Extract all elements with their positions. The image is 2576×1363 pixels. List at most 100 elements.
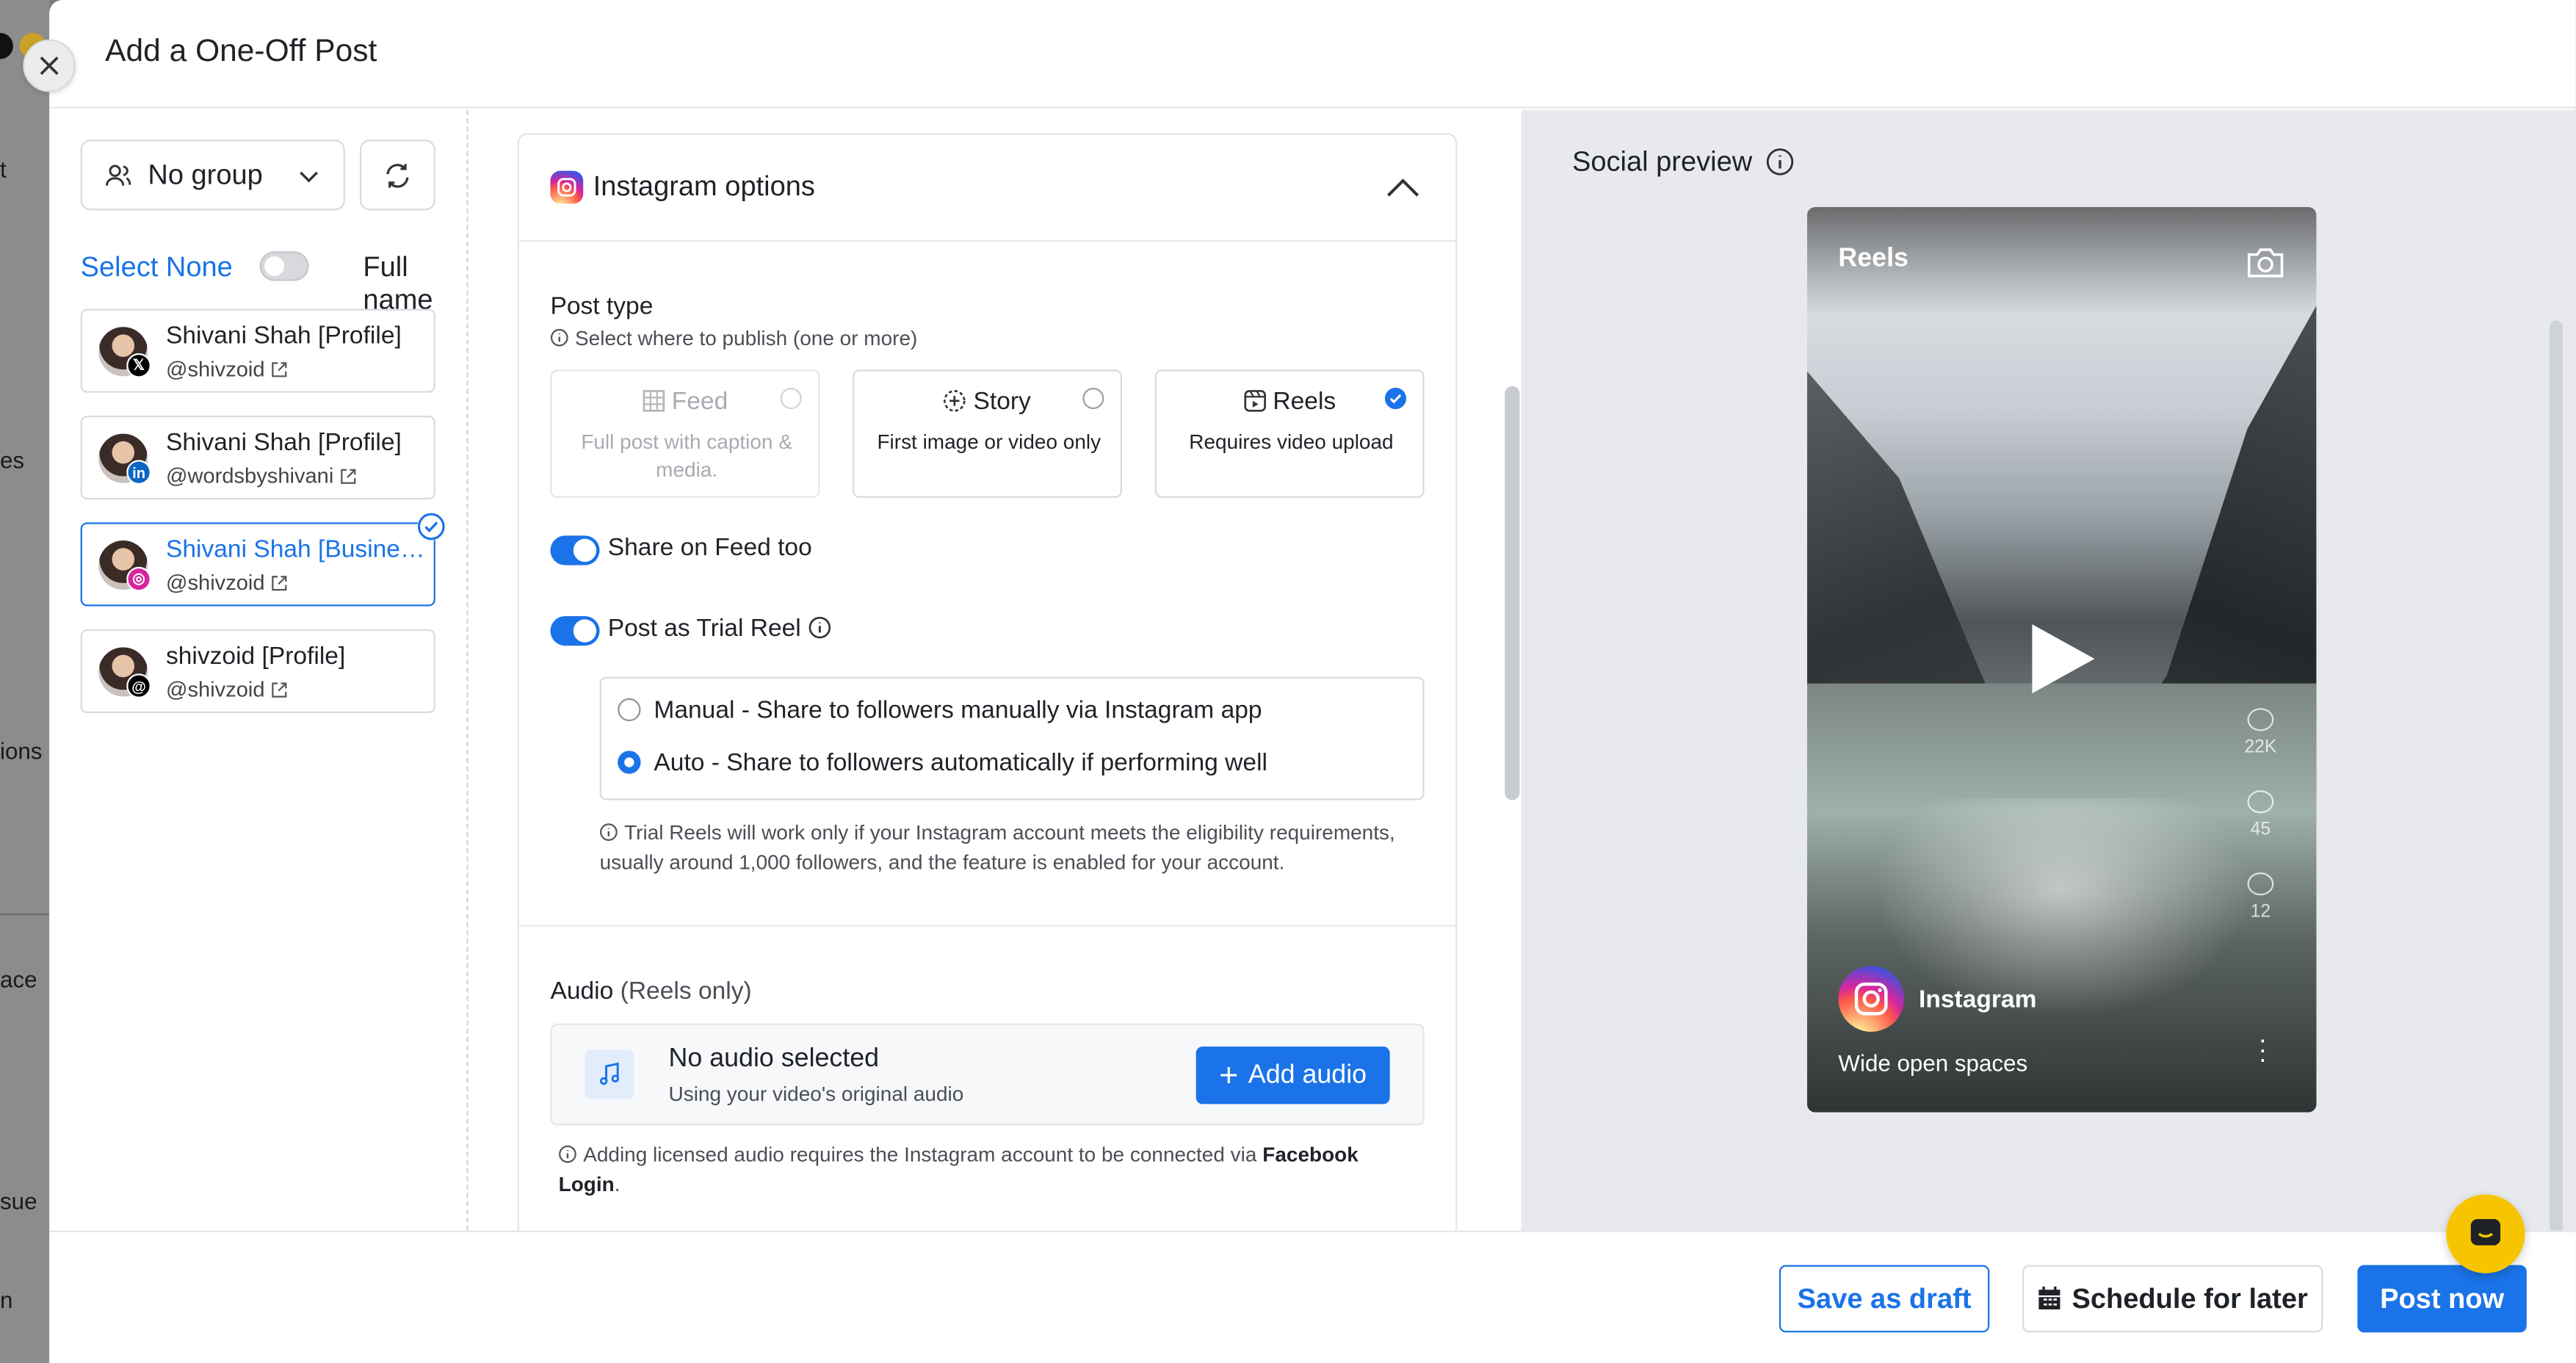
modal-footer: Save as draft Schedule for later Post no… — [49, 1230, 2576, 1363]
selected-check-icon — [417, 513, 446, 541]
post-type-feed-radio[interactable] — [780, 387, 802, 410]
trial-reel-manual-label: Manual - Share to followers manually via… — [654, 696, 1262, 725]
check-circle-icon[interactable] — [1384, 387, 1407, 410]
trial-reel-auto[interactable]: Auto - Share to followers automatically … — [618, 749, 1267, 777]
background-divider — [0, 913, 50, 916]
preview-caption: Wide open spaces — [1838, 1049, 2028, 1077]
audio-box: No audio selected Using your video's ori… — [550, 1023, 1425, 1126]
social-preview-panel: Social preview Reels 22K 45 12 Instagram… — [1521, 109, 2576, 1234]
info-icon — [550, 328, 568, 347]
post-type-story[interactable]: Story First image or video only — [853, 369, 1123, 498]
grid-icon — [643, 390, 665, 412]
trial-reel-label: Post as Trial Reel — [607, 614, 801, 643]
full-name-label: Full name — [363, 251, 433, 316]
post-now-button[interactable]: Post now — [2357, 1265, 2527, 1333]
account-handle-text: @shivzoid — [165, 356, 265, 382]
info-icon — [600, 823, 618, 841]
plus-icon: + — [1219, 1057, 1239, 1093]
social-preview-title: Social preview — [1572, 146, 1753, 178]
audio-title-suffix: (Reels only) — [620, 977, 752, 1006]
account-name: Shivani Shah [Business... — [165, 535, 429, 564]
audio-heading: Audio (Reels only) — [550, 977, 751, 1005]
add-audio-label: Add audio — [1248, 1060, 1367, 1089]
post-type-hint: Select where to publish (one or more) — [550, 327, 917, 350]
post-type-feed[interactable]: Feed Full post with caption & media. — [550, 369, 820, 498]
more-options-icon: · · · — [2258, 1027, 2268, 1075]
background-text: n — [0, 1286, 13, 1313]
options-panel: Instagram options Post type Select where… — [470, 110, 1522, 1231]
full-name-toggle[interactable] — [259, 251, 309, 281]
play-icon[interactable] — [2029, 621, 2098, 697]
chevron-up-icon[interactable] — [1385, 174, 1421, 200]
account-card-linkedin[interactable]: in Shivani Shah [Profile] @wordsbyshivan… — [80, 416, 435, 500]
background-text: ions — [0, 737, 43, 764]
preview-scrollbar[interactable] — [2550, 320, 2564, 1234]
info-icon[interactable] — [808, 616, 831, 639]
post-type-story-radio[interactable] — [1082, 387, 1104, 410]
refresh-button[interactable] — [359, 140, 435, 211]
close-icon — [40, 57, 59, 75]
account-card-x[interactable]: 𝕏 Shivani Shah [Profile] @shivzoid — [80, 308, 435, 393]
trial-reel-note: Trial Reels will work only if your Insta… — [600, 818, 1422, 878]
instagram-avatar-icon — [1838, 966, 1904, 1032]
audio-sub: Using your video's original audio — [668, 1082, 964, 1106]
radio-auto[interactable] — [618, 751, 641, 774]
share-on-feed-toggle[interactable] — [550, 535, 600, 565]
trial-reel-auto-label: Auto - Share to followers automatically … — [654, 749, 1267, 778]
audio-title: Audio — [550, 977, 614, 1006]
reels-preview: Reels 22K 45 12 Instagram Wide open spac… — [1806, 206, 2317, 1113]
post-type-reels-label: Reels — [1273, 387, 1336, 416]
close-button[interactable] — [23, 39, 76, 93]
heart-icon — [2247, 708, 2274, 731]
post-type-feed-title: Feed — [552, 388, 818, 416]
reels-label: Reels — [1838, 245, 1909, 273]
audio-note-text: Adding licensed audio requires the Insta… — [583, 1143, 1257, 1167]
preview-image-foam — [1856, 798, 2268, 1029]
like-count: 22K — [2244, 737, 2277, 758]
share-icon — [2247, 872, 2274, 896]
share-on-feed-label: Share on Feed too — [607, 534, 812, 563]
account-handle[interactable]: @wordsbyshivani — [166, 463, 357, 488]
account-handle[interactable]: @shivzoid — [166, 356, 288, 381]
select-none-link[interactable]: Select None — [81, 251, 233, 284]
trial-reel-manual[interactable]: Manual - Share to followers manually via… — [618, 697, 1262, 725]
post-type-hint-text: Select where to publish (one or more) — [575, 327, 918, 350]
info-icon[interactable] — [1765, 148, 1793, 176]
background-text: t — [0, 156, 7, 183]
radio-manual[interactable] — [618, 698, 641, 722]
share-count: 12 — [2250, 902, 2271, 922]
external-link-icon — [272, 576, 287, 591]
account-handle-text: @shivzoid — [165, 676, 265, 702]
options-scrollbar[interactable] — [1505, 386, 1520, 800]
save-draft-button[interactable]: Save as draft — [1779, 1265, 1990, 1333]
group-select[interactable]: No group — [80, 140, 345, 211]
chevron-down-icon — [300, 171, 318, 183]
add-audio-button[interactable]: + Add audio — [1195, 1046, 1390, 1104]
trial-reel-note-text: Trial Reels will work only if your Insta… — [599, 821, 1395, 875]
account-card-threads[interactable]: @ shivzoid [Profile] @shivzoid — [80, 629, 435, 713]
background-text: ace — [0, 966, 37, 993]
instagram-options-header[interactable]: Instagram options — [518, 134, 1456, 242]
chat-support-button[interactable] — [2446, 1194, 2525, 1273]
account-handle[interactable]: @shivzoid — [165, 676, 288, 702]
story-icon — [944, 390, 966, 412]
post-type-story-desc: First image or video only — [877, 430, 1101, 454]
post-type-feed-label: Feed — [671, 387, 728, 416]
trial-reel-toggle[interactable] — [550, 615, 600, 646]
account-card-instagram[interactable]: ◎ Shivani Shah [Business... @shivzoid — [80, 513, 446, 607]
add-post-modal: Add a One-Off Post No group Select None … — [49, 0, 2576, 1363]
schedule-button[interactable]: Schedule for later — [2022, 1265, 2323, 1333]
group-select-value: No group — [148, 158, 263, 190]
trial-reel-options: Manual - Share to followers manually via… — [599, 676, 1425, 800]
reel-stats: 22K 45 12 — [2241, 708, 2281, 955]
refresh-icon — [386, 163, 409, 187]
post-type-reels[interactable]: Reels Requires video upload — [1154, 369, 1425, 498]
account-handle[interactable]: @shivzoid — [166, 570, 288, 595]
instagram-options-title: Instagram options — [593, 170, 815, 203]
account-name: Shivani Shah [Profile] — [165, 428, 402, 457]
external-link-icon — [341, 469, 356, 484]
trial-reel-row: Post as Trial Reel — [608, 615, 831, 643]
post-type-story-label: Story — [973, 387, 1031, 416]
account-name: Shivani Shah [Profile] — [165, 322, 402, 350]
users-icon — [105, 164, 131, 185]
